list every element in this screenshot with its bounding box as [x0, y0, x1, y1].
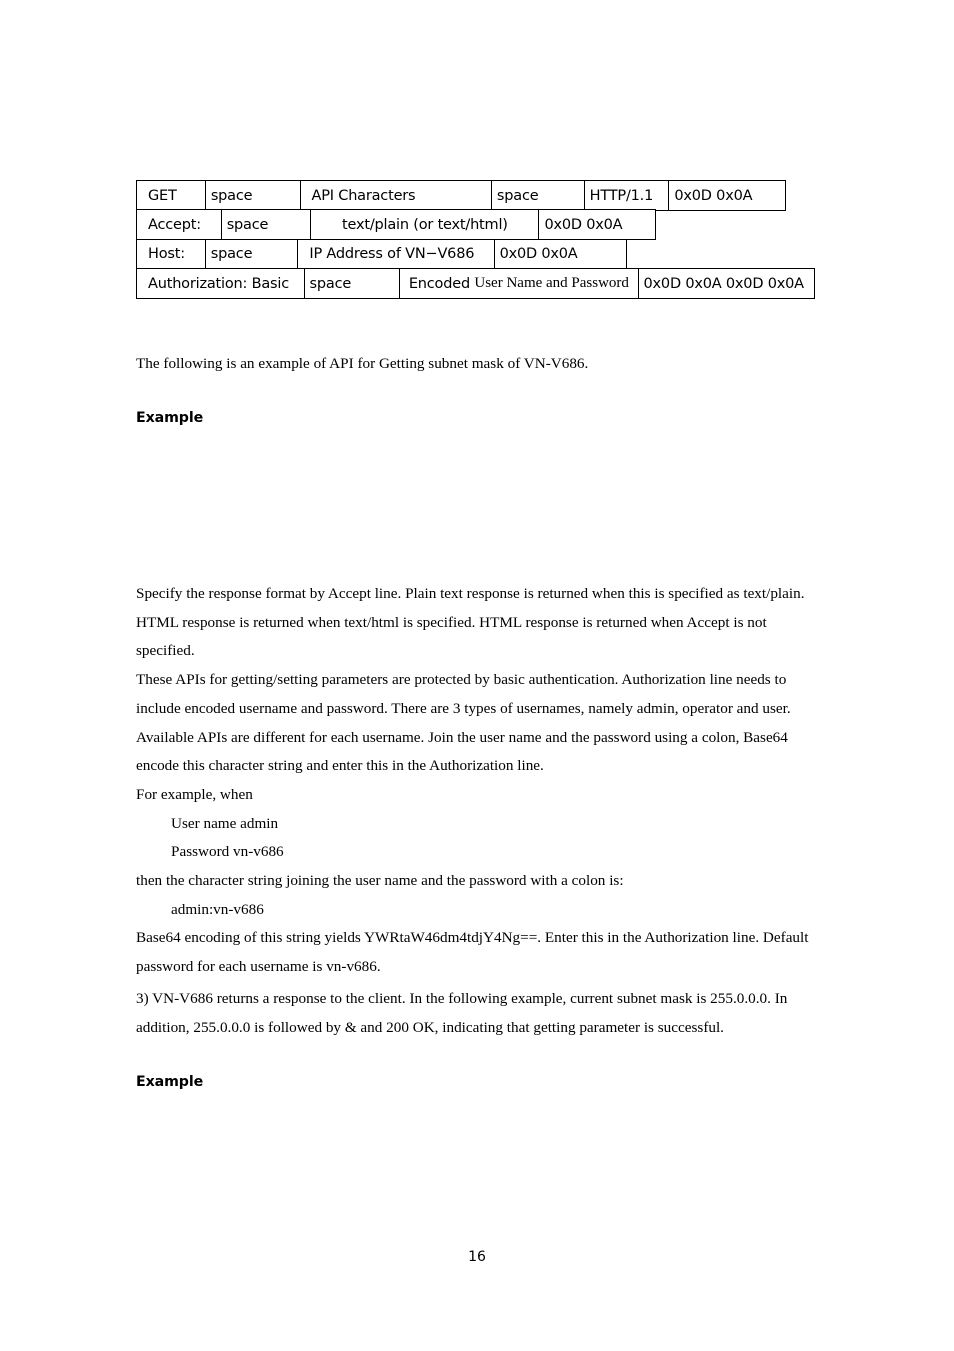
table-row: GET space API Characters space HTTP/1.1 … — [136, 180, 786, 211]
response-paragraph: 3) VN-V686 returns a response to the cli… — [136, 990, 788, 1036]
encoded-label: Encoded — [408, 275, 470, 292]
table-cell-host-header: Host: — [137, 239, 206, 269]
table-cell-content-type: text/plain (or text/html) — [311, 210, 540, 240]
table-cell-crlf-double: 0x0D 0x0A 0x0D 0x0A — [643, 275, 805, 292]
table-cell-space: space — [492, 181, 585, 210]
joined-string-intro: then the character string joining the us… — [136, 872, 624, 890]
page-number: 16 — [468, 1249, 486, 1265]
for-example-line: For example, when — [136, 785, 253, 803]
table-cell-api-characters: API Characters — [301, 181, 492, 210]
body-paragraph-authentication: These APIs for getting/setting parameter… — [136, 671, 791, 775]
http-request-format-table: GET space API Characters space HTTP/1.1 … — [136, 180, 826, 300]
base64-encoding-paragraph: Base64 encoding of this string yields YW… — [136, 929, 809, 976]
body-paragraph-accept-format: Specify the response format by Accept li… — [136, 585, 805, 660]
table-cell-authorization-header: Authorization: Basic — [137, 269, 305, 299]
table-cell-space: space — [222, 210, 312, 240]
table-row: Authorization: Basic space Encoded User … — [136, 268, 815, 300]
example-heading-1: Example — [136, 410, 204, 426]
table-cell-space: space — [206, 181, 301, 210]
credentials-label: User Name and Password — [474, 275, 629, 292]
document-page: GET space API Characters space HTTP/1.1 … — [0, 0, 954, 1351]
example-figure-placeholder-2 — [136, 1102, 826, 1222]
joined-string-value: admin:vn-v686 — [171, 900, 264, 918]
body-text-block: Specify the response format by Accept li… — [136, 580, 826, 982]
table-cell-http-version: HTTP/1.1 — [585, 181, 670, 210]
table-cell-accept-header: Accept: — [137, 210, 222, 240]
lead-paragraph: The following is an example of API for G… — [136, 355, 589, 372]
table-cell-crlf: 0x0D 0x0A — [674, 187, 753, 204]
table-row: Accept: space text/plain (or text/html) … — [136, 209, 656, 241]
table-cell-crlf: 0x0D 0x0A — [499, 246, 578, 263]
table-row: Host: space IP Address of VN−V686 0x0D 0… — [136, 238, 627, 270]
credential-username-line: User name admin — [171, 814, 279, 832]
example-figure-placeholder-1 — [136, 438, 826, 568]
table-cell-space: space — [206, 239, 299, 269]
table-cell-crlf: 0x0D 0x0A — [544, 216, 623, 233]
table-cell-method: GET — [137, 181, 206, 210]
table-cell-space: space — [305, 269, 401, 299]
table-cell-encoded-credentials: Encoded User Name and Password — [400, 269, 639, 299]
table-cell-ip-address: IP Address of VN−V686 — [298, 239, 495, 269]
credential-password-line: Password vn-v686 — [171, 843, 284, 861]
example-heading-2: Example — [136, 1074, 204, 1090]
